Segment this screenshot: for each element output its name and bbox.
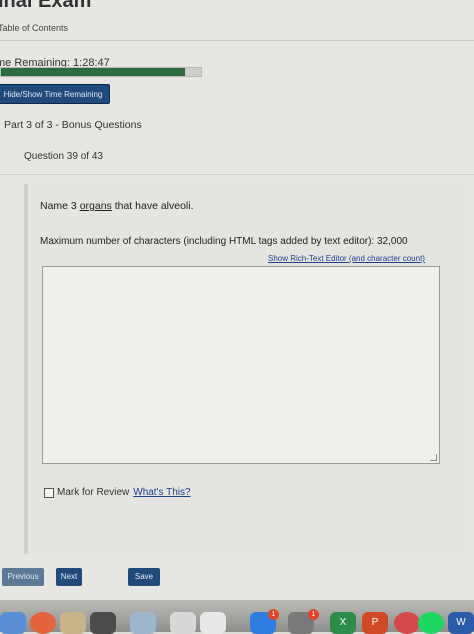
table-of-contents-link[interactable]: Table of Contents [0, 23, 68, 33]
max-characters-note: Maximum number of characters (including … [40, 236, 408, 247]
exam-title: inal Exam [0, 0, 92, 12]
word-icon[interactable]: W [448, 612, 474, 634]
prompt-text: that have alveoli. [111, 200, 194, 212]
question-prompt: Name 3 organs that have alveoli. [40, 200, 194, 212]
time-progress-bar [0, 67, 202, 77]
resize-handle-icon[interactable] [430, 454, 437, 461]
answer-textarea[interactable] [42, 266, 440, 464]
spotify-icon[interactable] [418, 612, 444, 634]
notes-icon[interactable] [60, 612, 86, 634]
show-rich-text-editor-link[interactable]: Show Rich-Text Editor (and character cou… [268, 254, 425, 263]
prompt-underlined-word: organs [79, 200, 112, 212]
calendar-icon[interactable] [200, 612, 226, 634]
app-icon[interactable] [394, 612, 420, 634]
divider [0, 174, 474, 175]
powerpoint-icon[interactable]: P [362, 612, 388, 634]
prompt-text: Name 3 [40, 200, 80, 212]
photos-icon[interactable] [30, 612, 56, 634]
save-button[interactable]: Save [128, 568, 160, 586]
hide-show-time-button[interactable]: Hide/Show Time Remaining [0, 84, 110, 104]
notification-badge: 1 [268, 609, 279, 620]
mark-for-review-label[interactable]: Mark for Review [57, 487, 129, 498]
time-progress-fill [1, 68, 185, 76]
finder-icon[interactable] [0, 612, 26, 634]
preview-icon[interactable] [130, 612, 156, 634]
activity-monitor-icon[interactable] [90, 612, 116, 634]
question-number: Question 39 of 43 [24, 151, 103, 162]
previous-button[interactable]: Previous [2, 568, 44, 586]
next-button[interactable]: Next [56, 568, 82, 586]
section-title: Part 3 of 3 - Bonus Questions [4, 119, 142, 131]
excel-icon[interactable]: X [330, 612, 356, 634]
notification-badge: 1 [308, 609, 319, 620]
mark-for-review: Mark for Review What's This? [44, 487, 191, 498]
divider [0, 40, 474, 41]
whats-this-link[interactable]: What's This? [133, 487, 190, 498]
textedit-icon[interactable] [170, 612, 196, 634]
mark-for-review-checkbox[interactable] [44, 487, 54, 498]
